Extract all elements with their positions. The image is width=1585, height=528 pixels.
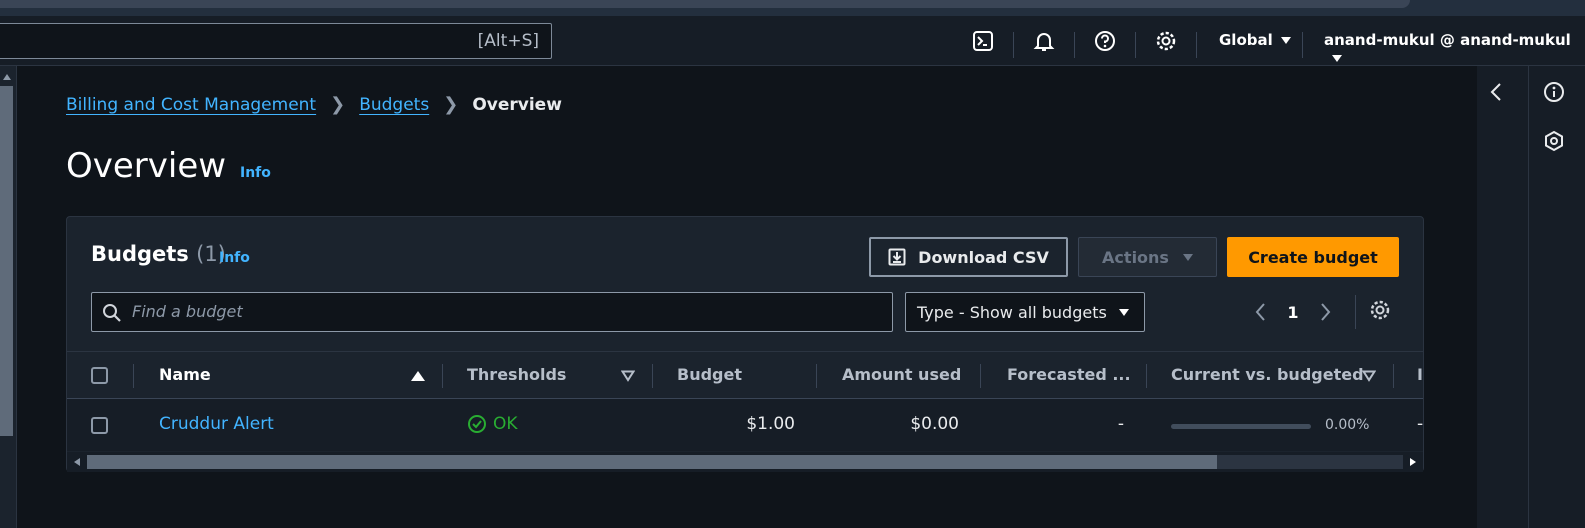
column-header-forecasted[interactable]: Forecasted ...	[1007, 365, 1131, 384]
sort-descending-icon[interactable]	[621, 370, 635, 382]
column-divider	[980, 364, 981, 388]
top-navigation: [Alt+S] Global anand-mukul @ anand-mukul	[0, 16, 1585, 66]
scroll-left-icon[interactable]	[74, 458, 80, 466]
main-content: Billing and Cost Management ❯ Budgets ❯ …	[18, 66, 1477, 528]
column-divider	[652, 364, 653, 388]
truncated-cell: -	[1417, 414, 1424, 434]
nav-divider	[1302, 32, 1303, 58]
caret-down-icon	[1332, 55, 1342, 62]
threshold-status: OK	[467, 414, 518, 434]
nav-divider	[1013, 32, 1014, 58]
budgets-title: Budgets	[91, 242, 189, 266]
search-icon	[103, 304, 121, 322]
top-scroll-strip	[0, 0, 1585, 16]
table-horizontal-scrollbar[interactable]	[67, 452, 1423, 472]
budget-amount: $1.00	[746, 414, 795, 434]
global-search-input[interactable]: [Alt+S]	[0, 23, 552, 59]
sort-descending-icon[interactable]	[1362, 370, 1376, 382]
scrollbar-thumb[interactable]	[87, 455, 1217, 469]
budget-name-link[interactable]: Cruddur Alert	[159, 414, 274, 434]
download-csv-button[interactable]: Download CSV	[869, 237, 1068, 277]
caret-down-icon	[1118, 308, 1129, 316]
amount-used: $0.00	[910, 414, 959, 434]
account-label: anand-mukul @ anand-mukul	[1324, 31, 1571, 49]
column-header-amount-used[interactable]: Amount used	[842, 365, 961, 384]
caret-down-icon	[1280, 37, 1291, 44]
breadcrumb-current: Overview	[472, 94, 562, 115]
breadcrumb-billing[interactable]: Billing and Cost Management	[66, 95, 316, 115]
region-label: Global	[1219, 31, 1273, 49]
forecasted-amount: -	[1117, 414, 1124, 434]
chevron-left-icon[interactable]	[1254, 302, 1268, 322]
actions-button[interactable]: Actions	[1078, 237, 1217, 277]
chevron-right-icon: ❯	[330, 94, 346, 115]
chevron-right-icon: ❯	[443, 94, 459, 115]
row-checkbox[interactable]	[91, 417, 108, 434]
find-budget-input[interactable]: Find a budget	[91, 292, 893, 332]
page-title: Overview	[66, 146, 227, 186]
panel-divider	[1528, 66, 1529, 528]
chevron-right-icon[interactable]	[1318, 302, 1332, 322]
column-header-current-vs-budgeted[interactable]: Current vs. budgeted	[1171, 365, 1364, 384]
right-tools-panel	[1477, 66, 1585, 528]
page-number[interactable]: 1	[1276, 303, 1310, 322]
column-divider	[816, 364, 817, 388]
breadcrumb-budgets[interactable]: Budgets	[359, 95, 429, 115]
info-icon[interactable]	[1543, 81, 1565, 103]
select-all-checkbox[interactable]	[91, 367, 108, 384]
column-header-thresholds[interactable]: Thresholds	[467, 365, 566, 384]
region-selector[interactable]: Global	[1219, 31, 1291, 49]
type-filter-select[interactable]: Type - Show all budgets	[905, 292, 1145, 332]
bell-icon[interactable]	[1031, 28, 1057, 54]
sort-ascending-icon[interactable]	[411, 371, 425, 381]
cloudshell-icon[interactable]	[970, 28, 996, 54]
download-csv-label: Download CSV	[918, 247, 1049, 267]
gear-icon[interactable]	[1153, 28, 1179, 54]
budget-progress-bar	[1171, 424, 1311, 429]
threshold-status-label: OK	[493, 414, 518, 434]
pager-divider	[1355, 295, 1356, 329]
nav-divider	[1196, 32, 1197, 58]
actions-label: Actions	[1102, 247, 1169, 267]
left-scrollbar-thumb[interactable]	[0, 86, 13, 436]
breadcrumb: Billing and Cost Management ❯ Budgets ❯ …	[66, 94, 562, 115]
nav-divider	[1135, 32, 1136, 58]
left-scrollbar[interactable]	[0, 66, 17, 528]
hexagon-tools-icon[interactable]	[1543, 130, 1565, 152]
budgets-table-card: Budgets (1) Info Download CSV Actions Cr…	[66, 216, 1424, 472]
budget-progress-percent: 0.00%	[1325, 417, 1370, 433]
scroll-up-icon[interactable]	[3, 74, 11, 80]
nav-divider	[1074, 32, 1075, 58]
check-circle-icon	[468, 415, 486, 433]
column-header-name[interactable]: Name	[159, 365, 211, 384]
column-header-truncated: I	[1417, 365, 1423, 384]
table-row[interactable]: Cruddur Alert OK $1.00 $0.00 - 0.00% -	[67, 399, 1423, 451]
help-icon[interactable]	[1092, 28, 1118, 54]
find-budget-placeholder: Find a budget	[132, 302, 243, 321]
column-header-budget[interactable]: Budget	[677, 365, 742, 384]
column-divider	[133, 364, 134, 388]
create-budget-button[interactable]: Create budget	[1227, 237, 1399, 277]
table-header: Name Thresholds Budget Amount used Forec…	[67, 351, 1423, 399]
budgets-info-link[interactable]: Info	[219, 250, 250, 266]
top-scrollbar-thumb[interactable]	[0, 0, 1410, 8]
page-info-link[interactable]: Info	[240, 165, 271, 181]
column-divider	[1146, 364, 1147, 388]
table-preferences-gear-icon[interactable]	[1369, 299, 1391, 325]
account-menu[interactable]: anand-mukul @ anand-mukul	[1324, 31, 1585, 67]
collapse-panel-chevron-left-icon[interactable]	[1489, 82, 1503, 102]
caret-down-icon	[1182, 253, 1193, 261]
type-filter-label: Type - Show all budgets	[917, 302, 1107, 322]
column-divider	[1393, 364, 1394, 388]
scroll-right-icon[interactable]	[1410, 458, 1416, 466]
pagination: 1	[1254, 297, 1332, 327]
download-icon	[888, 248, 906, 266]
budgets-header: Budgets (1)	[91, 242, 226, 266]
create-budget-label: Create budget	[1248, 247, 1378, 267]
column-divider	[442, 364, 443, 388]
search-shortcut-hint: [Alt+S]	[477, 31, 539, 51]
